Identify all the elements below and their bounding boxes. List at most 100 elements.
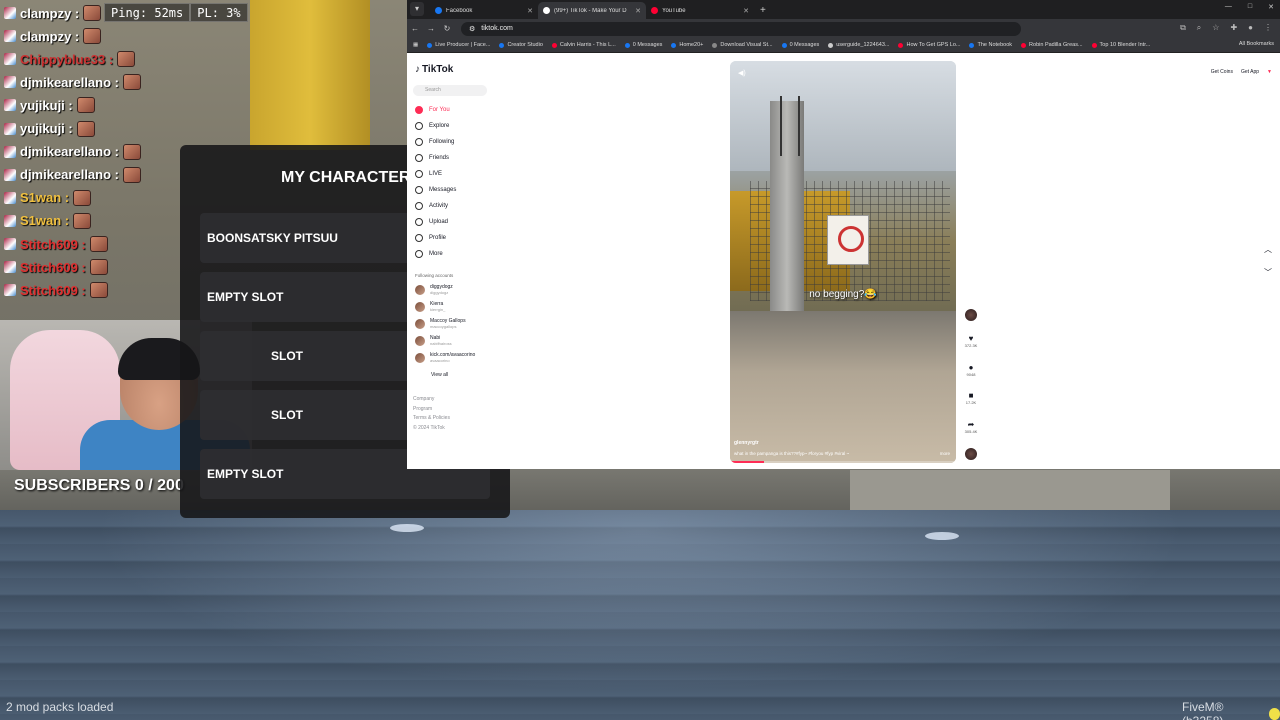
sidebar-item-following[interactable]: Following xyxy=(415,134,456,150)
tiktok-badge-icon[interactable]: ▼ xyxy=(1267,69,1272,75)
video-player[interactable]: no begging?😂 ◀) glennyrgtr what in the p… xyxy=(730,61,956,463)
sidebar-item-activity[interactable]: Activity xyxy=(415,198,456,214)
comment-action[interactable]: ● 9048 xyxy=(962,363,980,378)
install-icon[interactable]: ⧉ xyxy=(1180,23,1186,33)
forward-icon[interactable]: → xyxy=(423,24,439,33)
account-avatar xyxy=(415,284,425,295)
chat-message: clampzy : xyxy=(4,26,102,46)
menu-icon[interactable]: ⋮ xyxy=(1264,23,1272,33)
maximize-icon[interactable]: □ xyxy=(1248,3,1252,11)
volume-icon[interactable]: ◀) xyxy=(738,69,746,77)
close-window-icon[interactable]: ✕ xyxy=(1268,3,1274,11)
bookmark-item[interactable]: Live Producer | Face... xyxy=(427,42,490,48)
sidebar-item-live[interactable]: LIVE xyxy=(415,166,456,182)
zoom-icon[interactable]: ⌕ xyxy=(1197,23,1201,33)
sidebar-item-label: More xyxy=(429,251,443,257)
connection-stats: Ping: 52ms PL: 3% xyxy=(104,3,258,22)
followed-account[interactable]: Kierra kierrgin_ xyxy=(415,299,445,314)
floor-light xyxy=(390,524,424,532)
account-name: Kierra xyxy=(430,300,444,307)
bookmark-favicon-icon xyxy=(624,42,630,48)
browser-tab[interactable]: YouTube ✕ xyxy=(646,2,754,19)
account-avatar xyxy=(415,301,425,312)
back-icon[interactable]: ← xyxy=(407,24,423,33)
address-bar[interactable]: ⚙ tiktok.com xyxy=(461,21,1021,36)
sidebar-item-friends[interactable]: Friends xyxy=(415,150,456,166)
heart-action[interactable]: ♥ 372.3K xyxy=(962,334,980,349)
search-input[interactable]: Search xyxy=(413,85,487,96)
all-bookmarks-link[interactable]: All Bookmarks xyxy=(1239,41,1274,47)
tiktok-logo[interactable]: ♪ TikTok xyxy=(415,64,453,75)
account-name: kick.com/avaacorino xyxy=(430,351,476,358)
tab-search-icon[interactable]: ▾ xyxy=(410,2,424,16)
tab-close-icon[interactable]: ✕ xyxy=(743,7,749,15)
fivem-build-label: FiveM® (b3258) xyxy=(1182,700,1224,720)
followed-account[interactable]: Nabi nabifhaiross xyxy=(415,333,452,348)
sidebar-item-messages[interactable]: Messages xyxy=(415,182,456,198)
tab-close-icon[interactable]: ✕ xyxy=(635,7,641,15)
tab-favicon-icon xyxy=(651,7,658,14)
followed-account[interactable]: diggydogz diggydogz xyxy=(415,282,453,297)
footer-link[interactable]: Terms & Policies xyxy=(413,414,450,424)
bookmark-item[interactable]: 0 Messages xyxy=(624,42,662,48)
tab-close-icon[interactable]: ✕ xyxy=(527,7,533,15)
get-coins-link[interactable]: Get Coins xyxy=(1211,69,1233,75)
bookmark-item[interactable]: Calvin Harris - This L... xyxy=(551,42,616,48)
get-app-link[interactable]: Get App xyxy=(1241,69,1259,75)
video-username[interactable]: glennyrgtr xyxy=(734,440,759,446)
footer-link[interactable]: © 2024 TikTok xyxy=(413,424,450,434)
site-info-icon[interactable]: ⚙ xyxy=(469,25,475,33)
sidebar-item-explore[interactable]: Explore xyxy=(415,118,456,134)
previous-video-icon[interactable]: ︿ xyxy=(1264,244,1272,255)
sidebar-item-upload[interactable]: Upload xyxy=(415,214,456,230)
video-progress-bar[interactable] xyxy=(730,461,956,463)
video-more-link[interactable]: more xyxy=(940,451,950,456)
bookmark-item[interactable]: Home20+ xyxy=(671,42,703,48)
followed-account[interactable]: kick.com/avaacorino avaacorino xyxy=(415,350,475,365)
next-video-icon[interactable]: ﹀ xyxy=(1264,267,1272,278)
sidebar-item-profile[interactable]: Profile xyxy=(415,230,456,246)
browser-tab[interactable]: Facebook ✕ xyxy=(430,2,538,19)
bookmark-label: Top 10 Blender Intr... xyxy=(1099,42,1151,48)
chat-username: S1wan : xyxy=(20,213,70,229)
bookmark-star-icon[interactable]: ☆ xyxy=(1212,23,1219,33)
creator-avatar[interactable] xyxy=(964,308,978,322)
bookmark-item[interactable]: Download Visual St... xyxy=(712,42,773,48)
tab-favicon-icon xyxy=(543,7,550,14)
chat-username: djmikearellano : xyxy=(20,144,119,160)
bookmark-favicon-icon xyxy=(1021,42,1027,48)
music-disc-avatar[interactable] xyxy=(964,447,978,461)
footer-link[interactable]: Company xyxy=(413,395,450,405)
floor-light xyxy=(925,532,959,540)
bookmark-item[interactable]: Top 10 Blender Intr... xyxy=(1091,42,1151,48)
tab-label: Facebook xyxy=(446,7,473,14)
view-all-link[interactable]: View all xyxy=(431,372,448,378)
bookmark-item[interactable]: 0 Messages xyxy=(781,42,819,48)
bookmark-item[interactable]: The Notebook xyxy=(969,42,1012,48)
extensions-icon[interactable]: ✚ xyxy=(1230,23,1237,33)
new-tab-icon[interactable]: + xyxy=(754,5,772,19)
video-progress-fill xyxy=(730,461,764,463)
tiktok-page: ♪ TikTok Search For You Explore Following F… xyxy=(407,54,1280,469)
sidebar-item-label: Messages xyxy=(429,187,457,193)
followed-account[interactable]: Maccoy Gallops maccoygallops xyxy=(415,316,466,331)
browser-tab[interactable]: (99+) TikTok - Make Your D ✕ xyxy=(538,2,646,19)
emote-icon xyxy=(83,28,102,45)
bookmark-item[interactable]: How To Get GPS Lo... xyxy=(898,42,960,48)
profile-icon[interactable]: ● xyxy=(1248,23,1253,33)
sidebar-item-more[interactable]: More xyxy=(415,246,456,262)
bookmark-action[interactable]: ■ 17.2K xyxy=(962,391,980,406)
footer-link[interactable]: Program xyxy=(413,405,450,415)
apps-icon[interactable]: ▦ xyxy=(413,42,418,48)
bookmark-item[interactable]: Creator Studio xyxy=(499,42,543,48)
bookmark-item[interactable]: Robin Padilla Greas... xyxy=(1021,42,1083,48)
bookmark-item[interactable]: userguide_1224643... xyxy=(828,42,889,48)
reload-icon[interactable]: ↻ xyxy=(439,24,455,33)
bookmark-favicon-icon xyxy=(1091,42,1097,48)
minimize-icon[interactable]: — xyxy=(1225,3,1232,11)
share-action[interactable]: ➦ 305.4K xyxy=(962,420,980,435)
window-controls: — □ ✕ xyxy=(1225,3,1274,11)
chat-message: Stitch609 : xyxy=(4,280,108,300)
sidebar-item-for-you[interactable]: For You xyxy=(415,102,456,118)
mod-packs-status: 2 mod packs loaded xyxy=(6,700,114,714)
